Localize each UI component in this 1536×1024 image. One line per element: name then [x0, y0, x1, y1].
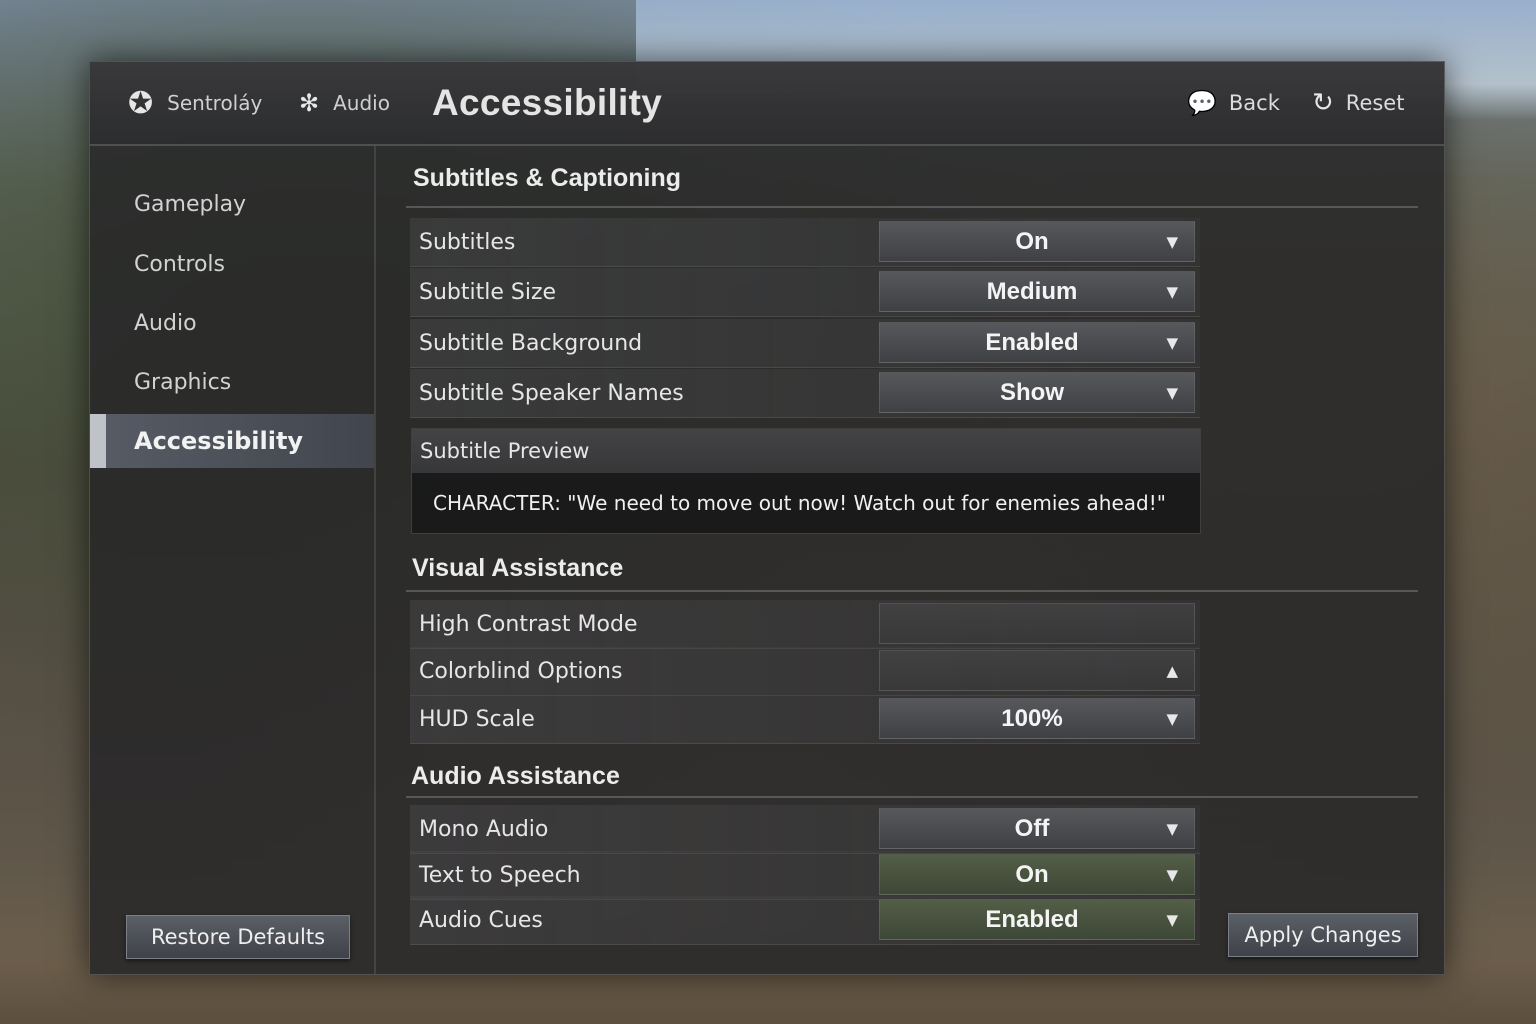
triangle-down-icon: ▼: [1166, 819, 1178, 838]
colorblind-options-dropdown[interactable]: ▲: [879, 650, 1195, 691]
dropdown-value: On: [1015, 860, 1049, 888]
back-button[interactable]: 💬 Back: [1187, 62, 1280, 144]
back-label: Back: [1228, 91, 1280, 115]
sidebar-item-label: Gameplay: [134, 191, 247, 217]
sidebar-item-gameplay[interactable]: Gameplay: [90, 177, 374, 231]
setting-row-high-contrast: High Contrast Mode: [410, 600, 1200, 649]
setting-row-audio-cues: Audio Cues Enabled ▼: [410, 896, 1200, 945]
setting-label: Text to Speech: [419, 862, 581, 888]
hud-scale-dropdown[interactable]: 100% ▼: [879, 698, 1195, 739]
restore-defaults-button[interactable]: Restore Defaults: [126, 915, 350, 959]
sidebar-item-controls[interactable]: Controls: [90, 237, 374, 291]
dropdown-value: On: [1015, 227, 1049, 255]
sidebar-item-label: Controls: [134, 251, 225, 277]
sidebar-item-accessibility[interactable]: Accessibility: [90, 414, 374, 468]
dropdown-value: 100%: [1001, 704, 1063, 732]
section-divider: [406, 796, 1418, 798]
subtitle-size-dropdown[interactable]: Medium ▼: [879, 271, 1195, 312]
sidebar-item-audio[interactable]: Audio: [90, 296, 374, 350]
setting-row-text-to-speech: Text to Speech On ▼: [410, 851, 1200, 900]
triangle-down-icon: ▼: [1166, 865, 1178, 884]
sidebar-item-graphics[interactable]: Graphics: [90, 355, 374, 409]
page-title: Accessibility: [432, 82, 663, 123]
setting-label: High Contrast Mode: [419, 611, 638, 637]
subtitle-background-dropdown[interactable]: Enabled ▼: [879, 322, 1195, 363]
dropdown-value: Show: [1000, 378, 1064, 406]
breadcrumb-home-label: Sentroláy: [167, 91, 263, 115]
setting-row-subtitles: Subtitles On ▼: [410, 218, 1200, 267]
setting-row-subtitle-background: Subtitle Background Enabled ▼: [410, 319, 1200, 368]
dropdown-value: Off: [1014, 814, 1050, 842]
sidebar-item-label: Graphics: [134, 369, 232, 395]
apply-changes-button[interactable]: Apply Changes: [1228, 913, 1418, 957]
text-to-speech-dropdown[interactable]: On ▼: [879, 854, 1195, 895]
setting-row-mono-audio: Mono Audio Off ▼: [410, 805, 1200, 854]
mono-audio-dropdown[interactable]: Off ▼: [879, 808, 1195, 849]
triangle-down-icon: ▼: [1166, 333, 1178, 352]
setting-label: Colorblind Options: [419, 658, 623, 684]
setting-label: Subtitle Size: [419, 279, 557, 305]
audio-cues-dropdown[interactable]: Enabled ▼: [879, 899, 1195, 940]
sidebar: Gameplay Controls Audio Graphics Accessi…: [90, 146, 376, 974]
gear-cog-icon: ✪: [128, 85, 154, 121]
setting-row-colorblind: Colorblind Options ▲: [410, 647, 1200, 696]
subtitle-speaker-names-dropdown[interactable]: Show ▼: [879, 372, 1195, 413]
reset-label: Reset: [1345, 91, 1405, 115]
setting-label: HUD Scale: [419, 706, 535, 732]
dropdown-value: Enabled: [985, 328, 1079, 356]
high-contrast-dropdown[interactable]: [879, 603, 1195, 644]
sidebar-item-label: Audio: [134, 310, 197, 336]
triangle-down-icon: ▼: [1166, 383, 1178, 402]
setting-label: Subtitle Speaker Names: [419, 380, 684, 406]
dropdown-value: [880, 651, 1154, 690]
top-bar: ✪ Sentroláy ✻ Audio Accessibility 💬 Back…: [90, 62, 1444, 146]
triangle-down-icon: ▼: [1166, 232, 1178, 251]
settings-panel: ✪ Sentroláy ✻ Audio Accessibility 💬 Back…: [89, 61, 1445, 975]
setting-label: Mono Audio: [419, 816, 549, 842]
setting-row-subtitle-size: Subtitle Size Medium ▼: [410, 268, 1200, 317]
dropdown-value: [880, 604, 1154, 643]
setting-label: Subtitles: [419, 229, 516, 255]
section-divider: [406, 590, 1418, 592]
triangle-up-icon: ▲: [1166, 661, 1178, 680]
gear-icon: ✻: [299, 89, 320, 117]
breadcrumb-audio-label: Audio: [333, 91, 390, 115]
subtitles-dropdown[interactable]: On ▼: [879, 221, 1195, 262]
subtitle-preview: Subtitle Preview CHARACTER: "We need to …: [411, 428, 1201, 534]
dropdown-value: Medium: [986, 277, 1078, 305]
section-heading-audio: Audio Assistance: [411, 762, 620, 790]
triangle-down-icon: ▼: [1166, 910, 1178, 929]
setting-row-subtitle-speaker-names: Subtitle Speaker Names Show ▼: [410, 369, 1200, 418]
section-divider: [406, 206, 1418, 208]
refresh-icon: ↻: [1312, 88, 1334, 118]
subtitle-preview-heading: Subtitle Preview: [412, 429, 1200, 473]
breadcrumb-home[interactable]: ✪ Sentroláy: [128, 62, 262, 144]
setting-row-hud-scale: HUD Scale 100% ▼: [410, 695, 1200, 744]
setting-label: Subtitle Background: [419, 330, 643, 356]
dropdown-value: Enabled: [985, 905, 1079, 933]
setting-label: Audio Cues: [419, 907, 543, 933]
reset-button[interactable]: ↻ Reset: [1312, 62, 1404, 144]
triangle-down-icon: ▼: [1166, 282, 1178, 301]
sidebar-item-label: Accessibility: [134, 427, 304, 455]
speech-bubbles-icon: 💬: [1187, 89, 1217, 117]
triangle-down-icon: ▼: [1166, 709, 1178, 728]
section-heading-subtitles: Subtitles & Captioning: [413, 164, 682, 192]
breadcrumb-audio[interactable]: ✻ Audio: [299, 62, 390, 144]
subtitle-preview-text: CHARACTER: "We need to move out now! Wat…: [433, 491, 1166, 515]
section-heading-visual: Visual Assistance: [412, 554, 624, 582]
